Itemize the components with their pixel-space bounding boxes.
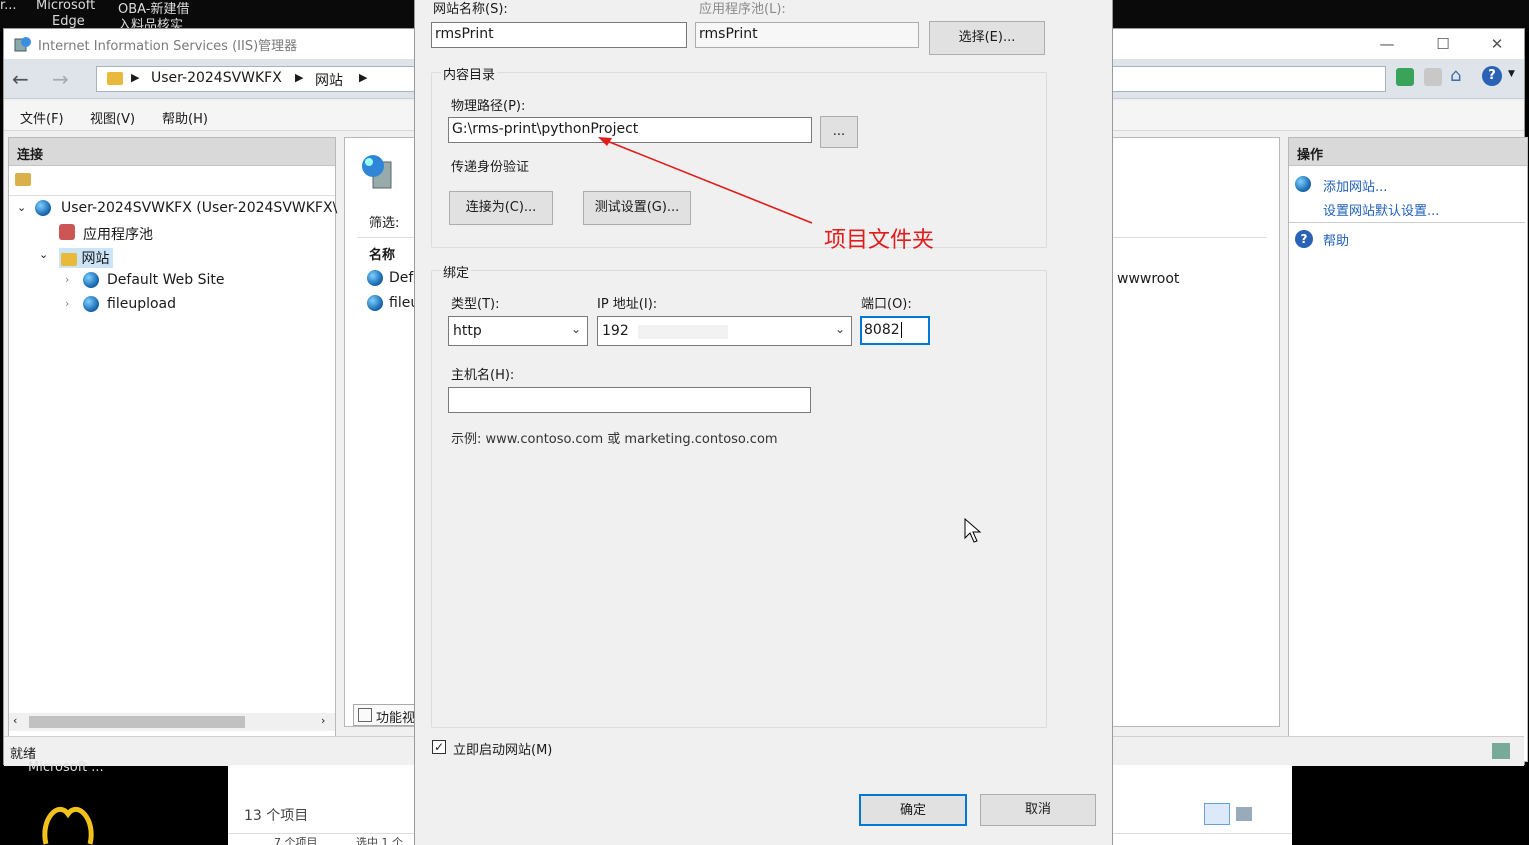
annotation-arrow — [598, 137, 813, 224]
mouse-cursor-icon — [964, 518, 982, 543]
annotation-label: 项目文件夹 — [824, 228, 935, 253]
